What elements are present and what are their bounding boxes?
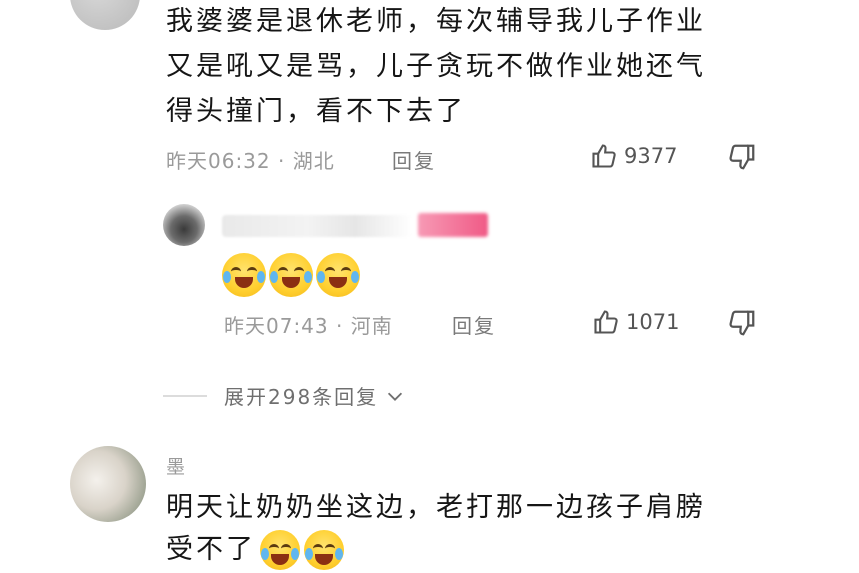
- expand-replies-label: 展开298条回复: [224, 385, 379, 409]
- emoji-row: [222, 253, 360, 297]
- reply-avatar[interactable]: [163, 204, 205, 246]
- expand-replies-button[interactable]: 展开298条回复: [224, 381, 406, 410]
- dislike-button[interactable]: [727, 142, 757, 176]
- crying-laughing-emoji: [316, 253, 360, 297]
- comment-time-location: 昨天06:32 · 湖北: [166, 149, 335, 173]
- comment-text-line: 明天让奶奶坐这边，老打那一边孩子肩膀: [166, 492, 706, 523]
- thumbs-up-icon: [592, 144, 616, 168]
- crying-laughing-emoji: [222, 253, 266, 297]
- like-button[interactable]: 9377: [590, 142, 677, 170]
- chevron-down-icon: [388, 392, 403, 401]
- comment-text: 受不了: [166, 534, 256, 565]
- crying-laughing-emoji: [304, 530, 344, 570]
- comment-text-line: 又是吼又是骂，儿子贪玩不做作业她还气: [166, 51, 706, 82]
- comment-text-line: 我婆婆是退休老师，每次辅导我儿子作业: [166, 6, 706, 37]
- thumbs-down-icon: [729, 144, 755, 170]
- thumbs-up-icon: [594, 310, 618, 334]
- crying-laughing-emoji: [260, 530, 300, 570]
- commenter-username[interactable]: 墨: [166, 452, 186, 479]
- commenter-avatar[interactable]: [70, 0, 140, 30]
- dislike-button[interactable]: [727, 308, 757, 342]
- comment-text-line: 得头撞门，看不下去了: [166, 96, 466, 127]
- reply-button[interactable]: 回复: [392, 145, 436, 174]
- thumbs-down-icon: [729, 310, 755, 336]
- commenter-avatar[interactable]: [70, 446, 146, 522]
- like-count: 1071: [626, 310, 680, 334]
- like-button[interactable]: 1071: [592, 308, 679, 336]
- like-count: 9377: [624, 144, 678, 168]
- crying-laughing-emoji: [269, 253, 313, 297]
- expand-divider: [163, 395, 207, 397]
- blurred-badge: [418, 213, 488, 237]
- reply-button[interactable]: 回复: [452, 310, 496, 339]
- reply-time-location: 昨天07:43 · 河南: [224, 314, 393, 338]
- comment-text-line-with-emoji: 受不了: [166, 530, 344, 570]
- blurred-username: [222, 215, 412, 237]
